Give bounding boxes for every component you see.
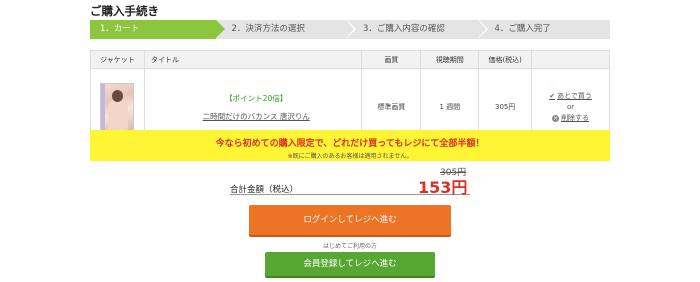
- or-text: or: [566, 102, 575, 111]
- header-title: タイトル: [143, 50, 363, 69]
- banner-main-text: 今なら初めての購入限定で、どれだけ買ってもレジにて全部半額！: [215, 139, 485, 149]
- delete-label: 削除する: [561, 113, 590, 122]
- header-jacket: ジャケット: [90, 50, 145, 69]
- header-quality: 画質: [361, 50, 422, 69]
- jacket-image[interactable]: [100, 83, 135, 131]
- step-payment-method: 2．決済方法の選択: [216, 20, 356, 39]
- step-cart: 1．カート: [90, 20, 224, 39]
- register-checkout-button[interactable]: 会員登録してレジへ進む: [265, 252, 435, 276]
- header-period: 視聴期間: [420, 50, 480, 69]
- buy-later-link[interactable]: ✔ あとで買う: [532, 91, 609, 102]
- step-complete: 4．ご購入完了: [494, 24, 551, 34]
- page-title: ご購入手続き: [90, 4, 159, 18]
- point-badge: 【ポイント20倍】: [225, 93, 288, 103]
- first-time-text: はじめてご利用の方: [322, 243, 377, 250]
- buy-later-label: あとで買う: [557, 91, 592, 100]
- close-icon: ×: [552, 114, 560, 122]
- header-actions: [531, 50, 610, 69]
- header-price: 価格(税込): [478, 50, 533, 69]
- discounted-price: 153円: [418, 178, 468, 197]
- step-confirm: 3．ご購入内容の確認: [347, 20, 487, 39]
- product-title-link[interactable]: 二時間だけのバカンス 唐沢りん: [203, 112, 310, 121]
- half-price-banner: 今なら初めての購入限定で、どれだけ買ってもレジにて全部半額！ ※既にご購入のある…: [90, 130, 610, 161]
- delete-link[interactable]: × 削除する: [532, 113, 609, 124]
- table-header-row: ジャケット タイトル 画質 視聴期間 価格(税込): [90, 50, 610, 69]
- check-icon: ✔: [549, 91, 556, 100]
- checkout-steps: 1．カート 2．決済方法の選択 3．ご購入内容の確認 4．ご購入完了: [90, 20, 610, 39]
- banner-note: ※既にご購入のあるお客様は適用されません。: [287, 153, 413, 160]
- login-checkout-button[interactable]: ログインしてレジへ進む: [249, 205, 451, 235]
